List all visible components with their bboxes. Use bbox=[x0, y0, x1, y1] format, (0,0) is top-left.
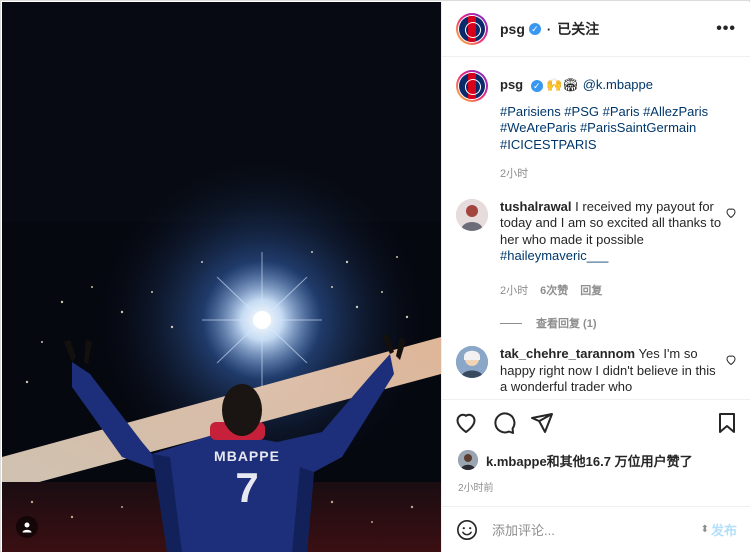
comment-meta: 2小时 6次赞 回复 bbox=[500, 283, 725, 300]
caption-body: psg ✓ 🙌🏟 @k.mbappe #Parisiens #PSG #Pari… bbox=[500, 70, 737, 183]
caption-meta: 2小时 bbox=[500, 166, 725, 183]
caption-avatar[interactable] bbox=[456, 70, 488, 102]
comment-time[interactable]: 2小时 bbox=[500, 283, 528, 300]
post-side-panel: psg ✓ · 已关注 ••• psg ✓ 🙌🏟 @k.mbappe #Pari… bbox=[441, 2, 750, 552]
comment-bubble-icon[interactable] bbox=[492, 411, 516, 435]
comment-body: tak_chehre_tarannom Yes I'm so happy rig… bbox=[500, 346, 737, 396]
liked-by[interactable]: k.mbappe和其他16.7 万位用户赞了 bbox=[458, 450, 693, 470]
like-comment-heart-icon[interactable] bbox=[725, 354, 737, 369]
view-replies-label: 查看回复 (1) bbox=[536, 318, 597, 330]
like-comment-heart-icon[interactable] bbox=[725, 207, 737, 222]
reply-button[interactable]: 回复 bbox=[580, 283, 602, 300]
post-header: psg ✓ · 已关注 ••• bbox=[442, 2, 750, 57]
caption-hashtags[interactable]: #Parisiens #PSG #Paris #AllezParis #WeAr… bbox=[500, 104, 725, 154]
jersey-number: 7 bbox=[235, 464, 259, 511]
account-username[interactable]: psg bbox=[500, 21, 525, 37]
post-actions-bar bbox=[442, 399, 750, 445]
comment-username[interactable]: tushalrawal bbox=[500, 199, 572, 214]
user-photo-icon bbox=[456, 198, 488, 231]
post-time[interactable]: 2小时前 bbox=[458, 479, 494, 494]
liked-by-text[interactable]: k.mbappe和其他16.7 万位用户赞了 bbox=[486, 451, 693, 470]
psg-logo-icon bbox=[459, 73, 485, 99]
view-replies-button[interactable]: 查看回复 (1) bbox=[500, 315, 737, 331]
user-photo-icon bbox=[456, 346, 488, 378]
psg-logo-icon bbox=[459, 16, 485, 42]
caption-emojis: 🙌🏟 bbox=[546, 77, 580, 92]
resize-handle-icon: ⬍ bbox=[700, 524, 709, 535]
separator-dot: · bbox=[546, 21, 552, 37]
save-bookmark-icon[interactable] bbox=[715, 411, 739, 435]
verified-badge-icon: ✓ bbox=[530, 80, 543, 92]
post-photo[interactable]: MBAPPE 7 bbox=[2, 2, 441, 552]
user-icon bbox=[22, 522, 32, 533]
like-heart-icon[interactable] bbox=[454, 411, 478, 435]
comment-item: tak_chehre_tarannom Yes I'm so happy rig… bbox=[456, 346, 737, 396]
account-avatar[interactable] bbox=[456, 13, 488, 45]
more-options-icon[interactable]: ••• bbox=[716, 20, 736, 38]
caption: psg ✓ 🙌🏟 @k.mbappe #Parisiens #PSG #Pari… bbox=[456, 70, 737, 183]
comment-body: tushalrawal I received my payout for tod… bbox=[500, 199, 737, 300]
post-modal: MBAPPE 7 psg ✓ · 已关注 ••• psg ✓ 🙌🏟 @k.mba… bbox=[0, 0, 750, 552]
emoji-smiley-icon[interactable] bbox=[456, 519, 478, 541]
add-comment-bar: 添加评论... ⬍ 发布 bbox=[442, 506, 750, 552]
comment-hashtag-link[interactable]: #haileymaveric___ bbox=[500, 248, 608, 263]
comment-avatar[interactable] bbox=[456, 198, 488, 231]
caption-username[interactable]: psg bbox=[500, 77, 523, 92]
comment-username[interactable]: tak_chehre_tarannom bbox=[500, 346, 635, 361]
follow-status-button[interactable]: 已关注 bbox=[557, 19, 599, 39]
comment-likes[interactable]: 6次赞 bbox=[540, 283, 568, 300]
comments-list[interactable]: psg ✓ 🙌🏟 @k.mbappe #Parisiens #PSG #Pari… bbox=[442, 58, 750, 399]
comment-avatar[interactable] bbox=[456, 346, 488, 378]
tagged-users-button[interactable] bbox=[16, 516, 38, 538]
verified-badge-icon: ✓ bbox=[528, 23, 541, 35]
caption-mention-link[interactable]: @k.mbappe bbox=[583, 77, 653, 92]
share-send-icon[interactable] bbox=[530, 411, 554, 435]
jersey-name: MBAPPE bbox=[214, 448, 280, 464]
comment-input[interactable]: 添加评论... bbox=[492, 520, 701, 539]
liker-avatar bbox=[458, 450, 478, 470]
comment-item: tushalrawal I received my payout for tod… bbox=[456, 198, 737, 300]
post-comment-button[interactable]: 发布 bbox=[711, 520, 737, 539]
caption-time[interactable]: 2小时 bbox=[500, 166, 528, 183]
replies-line bbox=[500, 322, 522, 324]
